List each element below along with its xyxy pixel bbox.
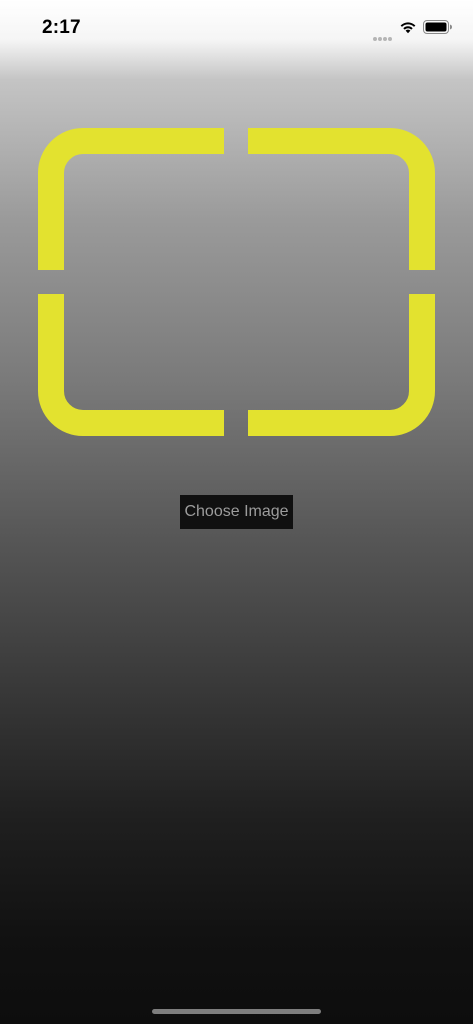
app-screen: 2:17 Choose Image <box>0 0 473 1024</box>
scan-frame-top-left-corner <box>38 128 224 270</box>
choose-image-button[interactable]: Choose Image <box>180 495 293 529</box>
status-time: 2:17 <box>42 17 81 38</box>
wifi-icon <box>400 22 416 34</box>
scan-frame-bottom-right-corner <box>248 294 435 436</box>
signal-dots-icon <box>373 28 395 41</box>
scan-frame-top-right-corner <box>248 128 435 270</box>
scan-frame-bottom-left-corner <box>38 294 224 436</box>
status-bar: 2:17 <box>0 0 473 58</box>
home-indicator[interactable] <box>152 1009 321 1014</box>
battery-icon <box>423 20 452 34</box>
scan-frame-icon <box>38 128 435 436</box>
